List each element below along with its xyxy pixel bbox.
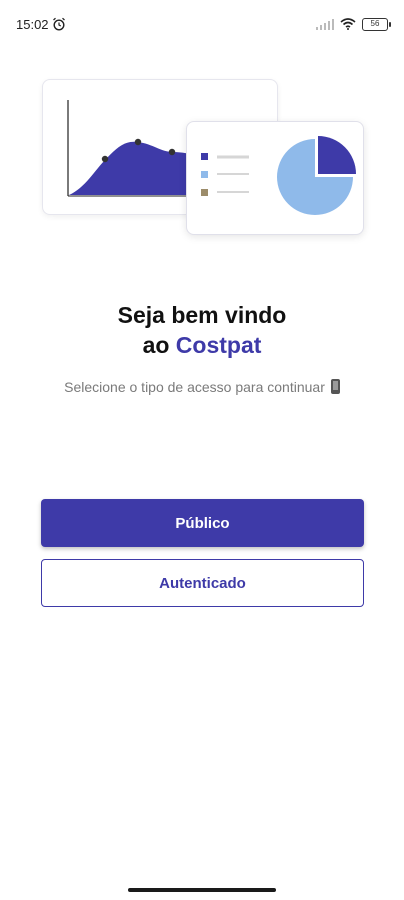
authenticated-access-button[interactable]: Autenticado [41, 559, 364, 607]
public-access-label: Público [175, 514, 230, 532]
legend-swatch-primary [201, 153, 208, 160]
access-subtitle: Selecione o tipo de acesso para continua… [0, 379, 404, 395]
welcome-line-2: ao Costpat [0, 330, 404, 360]
phone-emoji-icon [330, 379, 340, 394]
welcome-prefix: ao [142, 332, 176, 358]
battery-icon: 56 [362, 17, 391, 31]
pie-chart-graphic [201, 136, 356, 215]
home-indicator[interactable] [128, 888, 276, 892]
brand-name: Costpat [175, 332, 262, 358]
welcome-title: Seja bem vindo ao Costpat [0, 300, 404, 360]
chart-point [168, 148, 176, 156]
dashboard-illustration [42, 79, 364, 239]
status-icons: 56 [316, 16, 391, 32]
public-access-button[interactable]: Público [41, 499, 364, 547]
chart-point [134, 138, 142, 146]
legend-swatch-light [201, 171, 208, 178]
subtitle-text: Selecione o tipo de acesso para continua… [64, 379, 325, 395]
status-bar: 15:02 56 [0, 0, 404, 48]
authenticated-access-label: Autenticado [159, 574, 246, 592]
status-time: 15:02 [16, 17, 49, 32]
wifi-icon [340, 18, 356, 30]
alarm-icon [53, 17, 65, 31]
welcome-line-1: Seja bem vindo [117, 302, 287, 328]
pie-chart-card [186, 121, 364, 235]
pie-slice-small [318, 136, 356, 174]
signal-icon [316, 19, 334, 30]
chart-point [101, 155, 109, 163]
legend-swatch-tan [201, 189, 208, 196]
